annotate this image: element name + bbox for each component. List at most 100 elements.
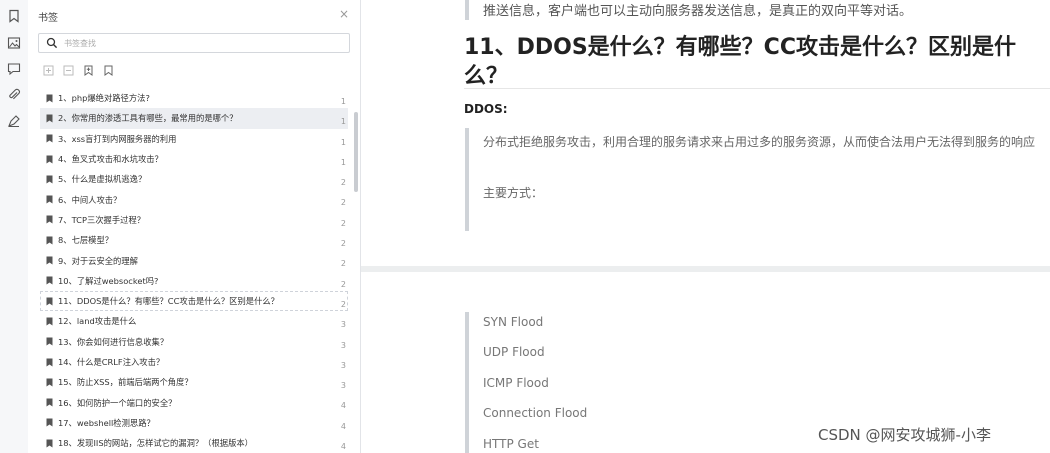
- bookmark-item[interactable]: 4、鱼叉式攻击和水坑攻击？ 1: [40, 149, 348, 169]
- bookmark-icon: [46, 215, 53, 224]
- bookmark-icon: [46, 398, 53, 407]
- bookmark-page: 2: [340, 218, 346, 228]
- bookmark-icon: [46, 236, 53, 245]
- bookmark-icon: [46, 134, 53, 143]
- bookmark-label: 17、webshell检测思路？: [58, 417, 155, 428]
- image-icon[interactable]: [7, 36, 21, 50]
- bookmark-item[interactable]: 10、了解过websocket吗? 2: [40, 271, 348, 291]
- bookmark-icon: [46, 358, 53, 366]
- bookmark-item[interactable]: 1、php爆绝对路径方法? 1: [40, 88, 348, 108]
- bookmark-outline-icon[interactable]: [102, 64, 114, 76]
- comment-icon[interactable]: [7, 62, 21, 76]
- bookmark-search[interactable]: [38, 33, 350, 53]
- bookmark-page: 3: [340, 320, 346, 330]
- bookmark-label: 4、鱼叉式攻击和水坑攻击？: [58, 154, 163, 165]
- page-break: [361, 266, 1050, 272]
- bookmark-item[interactable]: 18、发现IIS的网站，怎样试它的漏洞？（根据版本） 4: [40, 433, 348, 453]
- method-item: HTTP Get: [483, 437, 539, 451]
- bookmark-label: 14、什么是CRLF注入攻击？: [58, 357, 165, 367]
- bookmark-label: 11、DDOS是什么？有哪些？CC攻击是什么？区别是什么？: [58, 296, 279, 307]
- bookmark-icon: [46, 439, 53, 448]
- panel-title: 书签: [38, 13, 58, 24]
- bookmark-label: 10、了解过websocket吗?: [58, 275, 159, 286]
- method-item: SYN Flood: [483, 315, 544, 329]
- bookmark-item[interactable]: 16、如何防护一个端口的安全？ 4: [40, 392, 348, 412]
- bookmark-label: 13、你会如何进行信息收集？: [58, 336, 169, 347]
- bookmark-icon: [46, 297, 53, 306]
- bookmark-toolbar: [42, 64, 114, 78]
- bookmark-page: 2: [340, 299, 346, 309]
- bookmark-item[interactable]: 6、中间人攻击？ 2: [40, 189, 348, 209]
- expand-all-icon[interactable]: [42, 64, 54, 76]
- bookmark-label: 6、中间人攻击？: [58, 194, 122, 205]
- bookmark-item[interactable]: 3、xss盲打到内网服务器的利用 1: [40, 129, 348, 149]
- bookmark-page: 4: [340, 401, 346, 411]
- bookmark-label: 15、防止XSS，前端后端两个角度？: [58, 377, 193, 388]
- attachment-icon[interactable]: [7, 88, 21, 102]
- bookmark-icon[interactable]: [4, 4, 24, 28]
- bookmark-icon: [46, 175, 53, 184]
- bookmark-item[interactable]: 14、什么是CRLF注入攻击？ 3: [40, 352, 348, 372]
- method-item: ICMP Flood: [483, 376, 549, 390]
- bookmark-icon: [46, 317, 53, 326]
- bookmark-item[interactable]: 15、防止XSS，前端后端两个角度？ 3: [40, 372, 348, 392]
- bookmark-label: 2、你常用的渗透工具有哪些，最常用的是哪个？: [58, 113, 238, 124]
- bookmarks-panel: 书签 × 1、php爆绝对路径方法?12、你常用的渗透工具有哪些，最常用的是哪个…: [28, 0, 361, 453]
- document-prev-quote: 推送信息，客户端也可以主动向服务器发送信息，是真正的双向平等对话。: [465, 0, 1050, 20]
- method-item: Connection Flood: [483, 406, 588, 420]
- bookmark-page: 1: [340, 117, 346, 127]
- bookmark-item[interactable]: 17、webshell检测思路？ 4: [40, 413, 348, 433]
- bookmark-label: 9、对于云安全的理解: [58, 255, 138, 266]
- bookmark-icon: [46, 195, 53, 204]
- bookmark-list: 1、php爆绝对路径方法? 1 2、你常用的渗透工具有哪些，最常用的是哪个？ 1 3、x…: [40, 88, 348, 453]
- bookmark-page: 2: [340, 198, 346, 208]
- bookmark-icon: [46, 337, 53, 346]
- bookmark-label: 8、七层模型？: [58, 235, 114, 246]
- bookmark-page: 2: [340, 239, 346, 249]
- bookmark-page: 2: [340, 178, 346, 188]
- definition-paragraph: 分布式拒绝服务攻击，利用合理的服务请求来占用过多的服务资源，从而使合法用户无法得…: [483, 135, 1036, 149]
- bookmark-icon: [46, 418, 53, 427]
- section-heading: 11、DDOS是什么？有哪些？CC攻击是什么？区别是什么？: [464, 35, 1016, 89]
- bookmark-page: 4: [340, 421, 346, 431]
- bookmark-label: 1、php爆绝对路径方法?: [58, 93, 150, 104]
- bookmark-page: 3: [340, 360, 346, 370]
- watermark: CSDN @网安攻城狮-小李: [818, 426, 991, 444]
- bookmark-item[interactable]: 13、你会如何进行信息收集？ 3: [40, 332, 348, 352]
- bookmark-icon: [46, 256, 53, 265]
- search-input[interactable]: [64, 36, 334, 50]
- bookmark-item[interactable]: 12、land攻击是什么 3: [40, 311, 348, 331]
- document-top-text: 推送信息，客户端也可以主动向服务器发送信息，是真正的双向平等对话。: [483, 4, 913, 19]
- method-item: UDP Flood: [483, 345, 545, 359]
- bookmark-item[interactable]: 8、七层模型？ 2: [40, 230, 348, 250]
- bookmark-item[interactable]: 11、DDOS是什么？有哪些？CC攻击是什么？区别是什么？ 2: [40, 290, 348, 312]
- ddos-subheading: DDOS:: [464, 102, 508, 116]
- bookmark-icon: [46, 155, 53, 164]
- definition-quote: 分布式拒绝服务攻击，利用合理的服务请求来占用过多的服务资源，从而使合法用户无法得…: [465, 128, 1050, 231]
- bookmark-page: 2: [340, 259, 346, 269]
- bookmark-item[interactable]: 5、什么是虚拟机逃逸？ 2: [40, 169, 348, 189]
- bookmark-item[interactable]: 9、对于云安全的理解 2: [40, 250, 348, 270]
- bookmark-label: 7、TCP三次握手过程？: [58, 214, 146, 225]
- close-icon[interactable]: ×: [338, 8, 350, 20]
- scrollbar[interactable]: [354, 112, 358, 192]
- signature-icon[interactable]: [7, 114, 21, 128]
- bookmark-label: 12、land攻击是什么: [58, 316, 137, 327]
- bookmark-item[interactable]: 2、你常用的渗透工具有哪些，最常用的是哪个？ 1: [40, 108, 348, 129]
- bookmark-icon: [46, 94, 53, 103]
- bookmark-label: 18、发现IIS的网站，怎样试它的漏洞？（根据版本）: [58, 438, 253, 449]
- bookmark-page: 1: [340, 137, 346, 147]
- bookmark-page: 1: [340, 97, 346, 106]
- collapse-all-icon[interactable]: [62, 64, 74, 76]
- bookmark-icon: [46, 114, 53, 123]
- sidebar-rail: [0, 0, 29, 453]
- bookmark-page: 1: [340, 157, 346, 167]
- add-bookmark-icon[interactable]: [82, 64, 94, 76]
- bookmark-page: 2: [340, 279, 346, 289]
- bookmark-label: 3、xss盲打到内网服务器的利用: [58, 133, 177, 144]
- bookmark-item[interactable]: 7、TCP三次握手过程？ 2: [40, 210, 348, 230]
- main-methods-label: 主要方式：: [483, 186, 544, 200]
- search-icon: [46, 37, 58, 49]
- divider: [464, 88, 1050, 89]
- bookmark-page: 4: [340, 442, 346, 452]
